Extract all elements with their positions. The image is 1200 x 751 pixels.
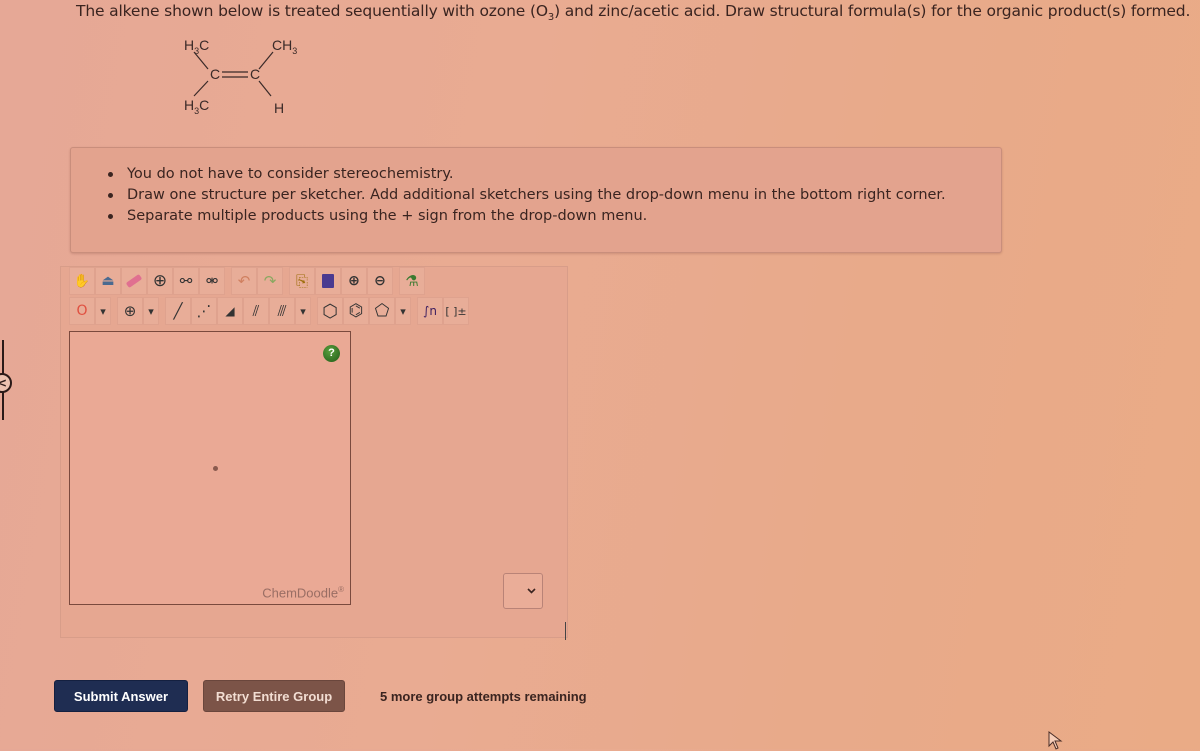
add-sketcher-dropdown[interactable] [503, 573, 543, 609]
chemdoodle-brand: ChemDoodle® [262, 585, 344, 600]
double-bond-icon: ⫽ [252, 302, 260, 320]
ring-dropdown-button[interactable]: ▾ [395, 297, 411, 325]
eraser-icon [125, 273, 143, 289]
oxygen-label: O [76, 303, 88, 319]
triple-bond-button[interactable]: ⫻ [269, 297, 295, 325]
question-text: The alkene shown below is treated sequen… [76, 2, 1196, 23]
caret-down-icon: ▾ [100, 304, 106, 318]
double-bond-button[interactable]: ⫽ [243, 297, 269, 325]
bracket-charge-button[interactable]: [ ]± [443, 297, 469, 325]
zoom-out-icon: ⊖ [374, 273, 386, 289]
instruction-item: Separate multiple products using the + s… [108, 206, 1001, 227]
triple-bond-icon: ⫻ [277, 302, 287, 320]
pentagon-icon: ⬠ [374, 301, 390, 321]
drawing-canvas[interactable]: ? ChemDoodle® [69, 331, 351, 605]
collapse-panel-button[interactable]: < [0, 373, 12, 393]
hexagon-icon: ⬡ [322, 300, 338, 322]
carbon-right: C [250, 66, 261, 82]
wedge-bond-icon: ◢ [225, 304, 235, 318]
flip-horizontal-button[interactable]: ⚯ [173, 267, 199, 295]
repeat-unit-button[interactable]: ∫n [417, 297, 443, 325]
alkene-structure: H3C H3C CH3 H C C [168, 34, 318, 124]
copy-button[interactable]: ⎘ [289, 267, 315, 295]
caret-down-icon: ▾ [300, 304, 306, 318]
instructions-box: You do not have to consider stereochemis… [70, 147, 1002, 253]
redo-icon: ↷ [263, 272, 277, 290]
caret-down-icon: ▾ [400, 304, 406, 318]
mouse-cursor-icon [1048, 731, 1063, 750]
clear-button[interactable]: ⏏ [95, 267, 121, 295]
atom-dropdown-button[interactable]: ▾ [95, 297, 111, 325]
copy-icon: ⎘ [295, 272, 308, 290]
atom-oxygen-button[interactable]: O [69, 297, 95, 325]
clean-button[interactable]: ⚗ [399, 267, 425, 295]
question-text-part1: The alkene shown below is treated sequen… [76, 2, 548, 20]
chevron-down-icon [527, 588, 536, 594]
eraser-button[interactable] [121, 267, 147, 295]
paste-button[interactable] [315, 267, 341, 295]
hashed-bond-button[interactable]: ⋰ [191, 297, 217, 325]
flip-vertical-button[interactable]: ⚮ [199, 267, 225, 295]
benzene-button[interactable]: ⌬ [343, 297, 369, 325]
hydrogen-bottom-right: H [274, 100, 285, 116]
center-button[interactable]: ⊕ [147, 267, 173, 295]
bracket-charge-icon: [ ]± [445, 304, 467, 318]
submit-answer-button[interactable]: Submit Answer [54, 680, 188, 712]
zoom-in-icon: ⊕ [348, 273, 360, 289]
charge-dropdown-button[interactable]: ▾ [143, 297, 159, 325]
hand-icon: ✋ [73, 273, 91, 289]
chevron-left-icon: < [0, 376, 7, 390]
methyl-bottom-left: H3C [184, 97, 210, 116]
instruction-item: Draw one structure per sketcher. Add add… [108, 185, 1001, 206]
toolbar-row-1: ✋ ⏏ ⊕ ⚯ ⚮ ↶ ↷ ⎘ ⊕ ⊖ ⚗ [69, 267, 425, 295]
hashed-bond-icon: ⋰ [196, 302, 212, 320]
retry-group-button[interactable]: Retry Entire Group [203, 680, 345, 712]
flip-vertical-icon: ⚮ [205, 272, 219, 290]
caret-down-icon: ▾ [148, 304, 154, 318]
charge-plus-button[interactable]: ⊕ [117, 297, 143, 325]
question-text-part2: ) and zinc/acetic acid. Draw structural … [554, 2, 1191, 20]
plus-charge-icon: ⊕ [123, 302, 137, 320]
chemdoodle-sketcher: ✋ ⏏ ⊕ ⚯ ⚮ ↶ ↷ ⎘ ⊕ ⊖ ⚗ O ▾ ⊕ ▾ ╱ ⋰ ◢ ⫽ ⫻ … [60, 266, 568, 638]
undo-button[interactable]: ↶ [231, 267, 257, 295]
canvas-center-dot [213, 466, 218, 471]
instruction-item: You do not have to consider stereochemis… [108, 164, 1001, 185]
paste-icon [322, 274, 334, 288]
center-icon: ⊕ [152, 271, 168, 291]
zoom-out-button[interactable]: ⊖ [367, 267, 393, 295]
benzene-icon: ⌬ [348, 301, 364, 321]
panel-edge-marker [565, 622, 566, 640]
zoom-in-button[interactable]: ⊕ [341, 267, 367, 295]
bond-dropdown-button[interactable]: ▾ [295, 297, 311, 325]
methyl-top-right: CH3 [272, 37, 298, 56]
clear-bottle-icon: ⏏ [101, 273, 115, 289]
help-icon[interactable]: ? [323, 345, 340, 362]
cyclopentane-button[interactable]: ⬠ [369, 297, 395, 325]
toolbar-row-2: O ▾ ⊕ ▾ ╱ ⋰ ◢ ⫽ ⫻ ▾ ⬡ ⌬ ⬠ ▾ ∫n [ ]± [69, 297, 469, 325]
redo-button[interactable]: ↷ [257, 267, 283, 295]
cyclohexane-button[interactable]: ⬡ [317, 297, 343, 325]
hand-tool-button[interactable]: ✋ [69, 267, 95, 295]
repeat-unit-icon: ∫n [423, 304, 437, 318]
wedge-bond-button[interactable]: ◢ [217, 297, 243, 325]
registered-mark: ® [338, 584, 344, 594]
brand-text: ChemDoodle [262, 585, 339, 600]
methyl-top-left: H3C [184, 37, 210, 56]
single-bond-icon: ╱ [173, 302, 183, 320]
clean-icon: ⚗ [405, 272, 419, 290]
undo-icon: ↶ [237, 272, 251, 290]
instructions-list: You do not have to consider stereochemis… [71, 164, 1001, 227]
carbon-left: C [210, 66, 221, 82]
attempts-remaining: 5 more group attempts remaining [380, 689, 587, 704]
single-bond-button[interactable]: ╱ [165, 297, 191, 325]
flip-horizontal-icon: ⚯ [179, 272, 193, 290]
